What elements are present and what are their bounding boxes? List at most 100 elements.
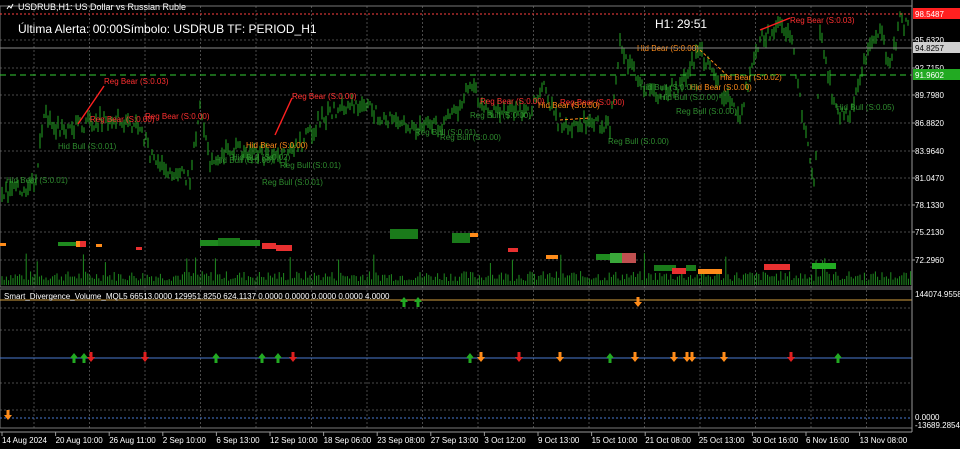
bar-timer: H1: 29:51 — [655, 17, 708, 31]
time-tick-label: 21 Oct 08:00 — [645, 436, 691, 445]
chart-canvas[interactable]: Reg Bear (S:0.03) Reg Bear (S:0.00) Reg Be… — [0, 0, 960, 449]
time-tick-label: 2 Sep 10:00 — [163, 436, 207, 445]
divergence-label: Reg Bull (S:0.00) — [676, 107, 737, 116]
green-level-badge: 91.9602 — [915, 71, 944, 80]
arrow-shape — [688, 352, 696, 362]
arrow-shape — [670, 352, 678, 362]
volume-zone-box — [136, 247, 142, 250]
down-arrow-icon — [289, 352, 297, 362]
time-axis: 14 Aug 2024 20 Aug 10:00 26 Aug 11:00 2 Sep… — [0, 431, 912, 445]
time-tick-label: 13 Nov 08:00 — [860, 436, 908, 445]
arrow-shape — [289, 352, 297, 362]
up-arrow-icon — [70, 353, 78, 363]
volume-zone-box — [390, 229, 418, 239]
time-tick-label: 23 Sep 08:00 — [377, 436, 425, 445]
symbol-title: USDRUB,H1: US Dollar vs Russian Ruble — [6, 2, 186, 12]
price-tick-label: 75.2130 — [915, 228, 944, 237]
time-tick-label: 27 Sep 13:00 — [431, 436, 479, 445]
price-tick-label: 89.7980 — [915, 91, 944, 100]
volume-zone-box — [546, 255, 558, 259]
time-tick-label: 6 Nov 16:00 — [806, 436, 850, 445]
up-arrow-icon — [414, 297, 422, 307]
volume-zone-box — [452, 233, 470, 243]
price-tick-label: 78.1330 — [915, 201, 944, 210]
volume-zone-box — [218, 238, 240, 246]
volume-zone-box — [200, 240, 220, 246]
arrow-shape — [556, 352, 564, 362]
volume-zone-box — [622, 253, 636, 263]
volume-zone-box — [596, 254, 610, 260]
volume-zone-box — [276, 245, 292, 251]
up-arrow-icon — [274, 353, 282, 363]
arrow-shape — [720, 352, 728, 362]
up-arrow-icon — [400, 297, 408, 307]
down-arrow-icon — [688, 352, 696, 362]
symbol-title-text: USDRUB,H1: US Dollar vs Russian Ruble — [18, 2, 187, 12]
arrow-shape — [787, 352, 795, 362]
arrow-shape — [414, 297, 422, 307]
volume-zone-box — [672, 268, 686, 274]
divergence-label: Reg Bear (S:0.00) — [145, 112, 210, 121]
hid-bear-line — [559, 117, 591, 121]
divergence-labels: Reg Bear (S:0.03) Reg Bear (S:0.00) Reg Be… — [6, 16, 895, 187]
volume-zone-box — [812, 263, 836, 269]
symbol-icon — [6, 3, 14, 11]
down-arrow-icon — [556, 352, 564, 362]
up-arrow-icon — [80, 353, 88, 363]
down-arrow-icon — [787, 352, 795, 362]
red-level-badge: 98.5487 — [915, 10, 944, 19]
divergence-label: Hid Bull (S:0.01) — [58, 142, 117, 151]
divergence-label: Reg Bull (S:0.00) — [470, 111, 531, 120]
volume-zone-box — [58, 242, 76, 246]
arrow-shape — [631, 352, 639, 362]
price-tick-label: 81.0470 — [915, 174, 944, 183]
alert-text: Última Alerta: 00:00Símbolo: USDRUB TF: … — [18, 22, 317, 36]
down-arrow-icon — [141, 352, 149, 362]
divergence-label: Hid Bear (S:0.00) — [690, 83, 752, 92]
price-axis: 95.632092.715089.798086.882083.964081.04… — [911, 0, 960, 432]
volume-zone-box — [470, 233, 478, 237]
divergence-label: Reg Bull (S:0.01) — [280, 161, 341, 170]
up-arrow-icon — [466, 353, 474, 363]
price-tick-label: 83.9640 — [915, 147, 944, 156]
volume-zone-box — [96, 244, 102, 247]
divergence-label: Hid Bear (S:0.02) — [720, 73, 782, 82]
divergence-label: Hid Bull (S:0.05) — [836, 103, 895, 112]
divergence-label: Hid Bull (S:0.00) — [660, 93, 719, 102]
down-arrow-icon — [631, 352, 639, 362]
divergence-label: Reg Bull (S:0.00) — [608, 137, 669, 146]
down-arrow-icon — [87, 352, 95, 362]
time-tick-label: 15 Oct 10:00 — [592, 436, 638, 445]
divergence-label: Hid Bull (S:0.00) — [640, 83, 699, 92]
arrow-shape — [515, 352, 523, 362]
indicator-title: Smart_Divergence_Volume_MQL5 66513.0000 … — [4, 292, 390, 301]
down-arrow-icon — [720, 352, 728, 362]
time-tick-label: 12 Sep 10:00 — [270, 436, 318, 445]
divergence-label: Hid Bear (S:0.01) — [6, 176, 68, 185]
indicator-axis-label: 144074.9558 — [915, 290, 960, 299]
indicator-axis-label: -13689.2854 — [915, 421, 960, 430]
arrow-shape — [87, 352, 95, 362]
divergence-label: Reg Bear (S:0.03) — [104, 77, 169, 86]
time-tick-label: 30 Oct 16:00 — [752, 436, 798, 445]
arrow-shape — [466, 353, 474, 363]
volume-zone-box — [610, 253, 624, 263]
time-tick-label: 14 Aug 2024 — [2, 436, 47, 445]
divergence-label: Reg Bull (S:0.00) — [440, 133, 501, 142]
reg-bear-line — [274, 97, 293, 136]
time-tick-label: 25 Oct 13:00 — [699, 436, 745, 445]
down-arrow-icon — [670, 352, 678, 362]
down-arrow-icon — [634, 297, 642, 307]
time-tick-label: 20 Aug 10:00 — [56, 436, 104, 445]
up-arrow-icon — [834, 353, 842, 363]
arrow-shape — [634, 297, 642, 307]
arrow-shape — [477, 352, 485, 362]
volume-zone-box — [764, 264, 790, 270]
up-arrow-icon — [606, 353, 614, 363]
arrow-shape — [80, 353, 88, 363]
arrow-shape — [400, 297, 408, 307]
volume-zone-box — [686, 265, 696, 271]
volume-zone-box — [240, 240, 260, 246]
time-tick-label: 9 Oct 13:00 — [538, 436, 580, 445]
price-tick-label: 72.2960 — [915, 256, 944, 265]
